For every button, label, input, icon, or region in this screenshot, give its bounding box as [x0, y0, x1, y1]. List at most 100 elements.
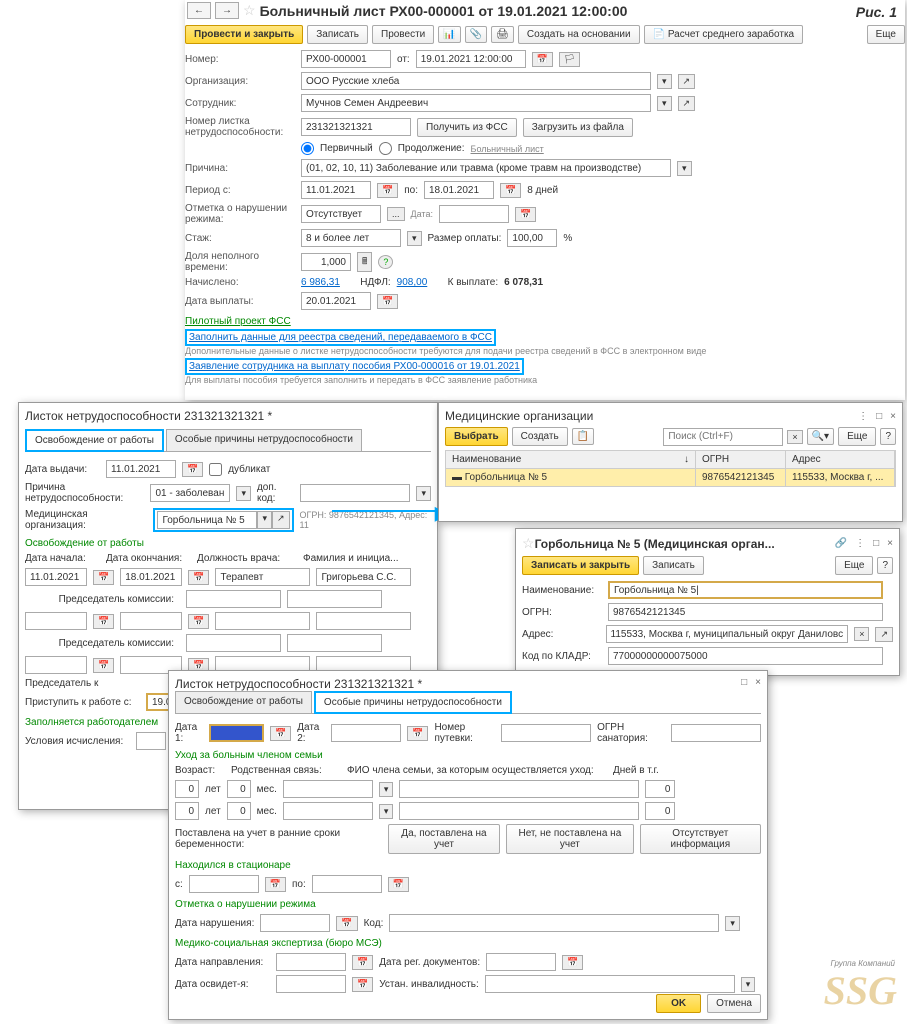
fill-fss-link[interactable]: Заполнить данные для реестра сведений, п…	[189, 332, 492, 343]
position[interactable]	[215, 568, 310, 586]
open-icon[interactable]: ↗	[678, 96, 696, 111]
help-icon[interactable]: ?	[877, 557, 893, 574]
rate-input[interactable]	[507, 229, 557, 247]
close-icon[interactable]: ×	[755, 677, 761, 691]
save-button[interactable]: Записать	[307, 25, 368, 44]
post-button[interactable]: Провести	[372, 25, 434, 44]
calendar-icon[interactable]: 📅	[188, 570, 209, 585]
calendar-icon[interactable]: 📅	[500, 183, 521, 198]
save-close-button[interactable]: Записать и закрыть	[522, 556, 639, 575]
report-icon[interactable]: 📊	[438, 26, 460, 43]
ellipsis-icon[interactable]: ...	[387, 207, 405, 221]
clear-icon[interactable]: ×	[854, 627, 869, 641]
chair-name[interactable]	[287, 590, 382, 608]
relation[interactable]	[283, 780, 373, 798]
star-icon[interactable]: ☆	[522, 535, 535, 552]
calendar-icon[interactable]: 📅	[270, 726, 291, 741]
star-icon[interactable]: ☆	[243, 2, 256, 19]
hosp-to[interactable]	[312, 875, 382, 893]
stage-input[interactable]	[301, 229, 401, 247]
viol-date[interactable]	[439, 205, 509, 223]
preg-na[interactable]: Отсутствует информация	[640, 824, 761, 854]
part-input[interactable]	[301, 253, 351, 271]
sanatorium[interactable]	[671, 724, 761, 742]
chevron-down-icon[interactable]: ▾	[657, 96, 672, 111]
col-addr[interactable]: Адрес	[786, 451, 895, 468]
attach-icon[interactable]: 📎	[465, 26, 487, 43]
start-date[interactable]	[25, 568, 87, 586]
chevron-down-icon[interactable]: ▾	[236, 486, 251, 501]
help-icon[interactable]: ?	[378, 255, 393, 269]
cancel-button[interactable]: Отмена	[707, 994, 761, 1013]
calendar-icon[interactable]: 📅	[532, 52, 553, 67]
preg-no[interactable]: Нет, не поставлена на учет	[506, 824, 634, 854]
preg-yes[interactable]: Да, поставлена на учет	[388, 824, 500, 854]
continuation-radio[interactable]	[379, 142, 392, 155]
voucher[interactable]	[501, 724, 591, 742]
emp-input[interactable]	[301, 94, 651, 112]
appl-link[interactable]: Заявление сотрудника на выплату пособия …	[189, 361, 520, 372]
calendar-icon[interactable]: 📅	[93, 658, 114, 673]
more-icon[interactable]: ⋮	[855, 538, 865, 549]
more-button[interactable]: Еще	[835, 556, 873, 575]
nav-back[interactable]: ←	[187, 2, 211, 19]
exam-date[interactable]	[276, 975, 346, 993]
chevron-down-icon[interactable]: ▾	[257, 511, 272, 529]
doctor-name[interactable]	[316, 568, 411, 586]
period-to[interactable]	[424, 181, 494, 199]
search-input[interactable]	[663, 428, 783, 446]
sick-reason[interactable]	[150, 484, 230, 502]
load-file-button[interactable]: Загрузить из файла	[523, 118, 633, 137]
save-button[interactable]: Записать	[643, 556, 704, 575]
hosp-ogrn[interactable]	[608, 603, 883, 621]
tab-release[interactable]: Освобождение от работы	[25, 429, 164, 452]
col-ogrn[interactable]: ОГРН	[696, 451, 786, 468]
chevron-down-icon[interactable]: ▾	[416, 486, 431, 501]
maximize-icon[interactable]: □	[876, 411, 882, 422]
open-icon[interactable]: ↗	[678, 74, 696, 89]
date2[interactable]	[331, 724, 401, 742]
get-fss-button[interactable]: Получить из ФСС	[417, 118, 517, 137]
link-icon[interactable]: 🔗	[835, 538, 847, 549]
tab-special[interactable]: Особые причины нетрудоспособности	[166, 429, 362, 451]
create-based-button[interactable]: Создать на основании	[518, 25, 640, 44]
end2[interactable]	[120, 612, 182, 630]
more-button[interactable]: Еще	[867, 25, 905, 44]
name2[interactable]	[316, 612, 411, 630]
copy-icon[interactable]: 📋	[572, 428, 594, 445]
family-fio[interactable]	[399, 780, 639, 798]
calendar-icon[interactable]: 📅	[377, 294, 398, 309]
close-icon[interactable]: ×	[890, 411, 896, 422]
table-row[interactable]: ▬ Горбольница № 59876542121345115533, Мо…	[445, 469, 896, 487]
post-close-button[interactable]: Провести и закрыть	[185, 25, 303, 44]
calc-button[interactable]: 📄 Расчет среднего заработка	[644, 25, 803, 44]
ref-date[interactable]	[276, 953, 346, 971]
number-input[interactable]	[301, 50, 391, 68]
maximize-icon[interactable]: □	[873, 538, 879, 549]
create-button[interactable]: Создать	[512, 427, 568, 446]
hosp-kladr[interactable]	[608, 647, 883, 665]
select-button[interactable]: Выбрать	[445, 427, 508, 446]
start2[interactable]	[25, 612, 87, 630]
reason-input[interactable]	[301, 159, 671, 177]
open-icon[interactable]: ↗	[875, 627, 893, 642]
end-date[interactable]	[120, 568, 182, 586]
hosp-from[interactable]	[189, 875, 259, 893]
chevron-down-icon[interactable]: ▾	[407, 231, 422, 246]
cert-input[interactable]	[301, 118, 411, 136]
days-count[interactable]	[645, 780, 675, 798]
pilot-link[interactable]: Пилотный проект ФСС	[185, 316, 291, 327]
medorg-input[interactable]	[157, 511, 257, 529]
more-icon[interactable]: ⋮	[858, 411, 868, 422]
tab-special[interactable]: Особые причины нетрудоспособности	[314, 691, 512, 714]
maximize-icon[interactable]: □	[741, 677, 747, 691]
cont-link[interactable]: Больничный лист	[471, 144, 544, 154]
duplicate-checkbox[interactable]	[209, 463, 222, 476]
calendar-icon[interactable]: 📅	[93, 614, 114, 629]
reg-date[interactable]	[486, 953, 556, 971]
ndfl-link[interactable]: 908,00	[397, 277, 428, 288]
ok-button[interactable]: OK	[656, 994, 701, 1013]
viol-date[interactable]	[260, 914, 330, 932]
help-icon[interactable]: ?	[880, 428, 896, 445]
issue-date[interactable]	[106, 460, 176, 478]
